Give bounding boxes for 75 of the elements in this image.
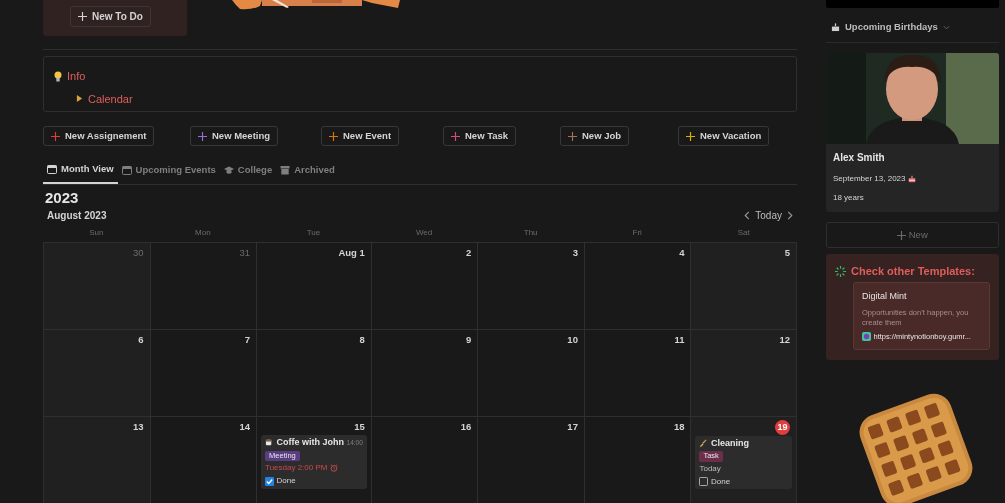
day-number: 13 xyxy=(132,420,144,432)
birthday-date: September 13, 2023 xyxy=(833,173,906,186)
checkbox-label: Done xyxy=(710,477,731,487)
year-heading: 2023 xyxy=(45,188,80,207)
event-title: Coffe with John xyxy=(276,437,345,448)
toggle-link[interactable]: Calendar xyxy=(88,90,133,107)
new-item-button[interactable]: New Assignement xyxy=(43,126,155,147)
weekday-label: Sun xyxy=(88,226,105,239)
alarm-clock-icon xyxy=(329,464,338,473)
day-number: 10 xyxy=(567,333,578,345)
day-number: 30 xyxy=(132,246,144,258)
calendar-icon xyxy=(47,164,57,175)
day-number: 18 xyxy=(673,420,685,432)
tab[interactable]: Month View xyxy=(43,159,118,184)
tab[interactable]: Upcoming Events xyxy=(117,159,220,184)
calendar-icon xyxy=(121,165,132,176)
plus-icon xyxy=(78,12,87,21)
weekday-label: Tue xyxy=(305,226,322,239)
archive-box-icon xyxy=(280,165,291,176)
site-icon xyxy=(862,331,871,341)
new-item-button[interactable]: New Job xyxy=(560,126,630,147)
day-number: 6 xyxy=(138,333,144,345)
new-item-button[interactable]: New Meeting xyxy=(190,126,279,147)
sparkle-icon xyxy=(835,266,846,277)
today-button[interactable]: Today xyxy=(755,207,782,223)
next-icon[interactable] xyxy=(787,210,793,220)
day-number: 17 xyxy=(567,420,578,432)
day-number: 3 xyxy=(572,246,578,258)
day-number: Aug 1 xyxy=(338,246,365,258)
weekday-label: Thu xyxy=(522,226,539,239)
day-number: 12 xyxy=(779,333,790,345)
broom-icon xyxy=(699,438,709,448)
checkbox-label: Done xyxy=(276,476,296,486)
event-date: Tuesday 2:00 PM xyxy=(265,463,328,473)
day-number: 31 xyxy=(239,246,251,258)
event-title: Cleaning xyxy=(710,438,750,449)
checkbox[interactable] xyxy=(699,477,709,487)
plus-icon xyxy=(897,230,907,240)
new-item-button[interactable]: New Vacation xyxy=(678,126,770,147)
triangle-toggle-icon[interactable] xyxy=(76,95,83,103)
tab[interactable]: Archived xyxy=(276,159,339,184)
lightbulb-icon xyxy=(54,70,62,82)
age-label: 18 years xyxy=(833,192,865,205)
template-title: Digital Mint xyxy=(862,289,908,303)
day-number: 2 xyxy=(466,246,472,258)
tab[interactable]: College xyxy=(219,159,277,184)
weekday-label: Sat xyxy=(736,226,751,239)
event-date: Today xyxy=(699,464,721,474)
weekday-label: Wed xyxy=(414,226,434,239)
section-title[interactable]: Upcoming Birthdays xyxy=(845,20,938,35)
day-number: 9 xyxy=(466,333,472,345)
day-number: 4 xyxy=(679,246,685,258)
previous-icon[interactable] xyxy=(744,210,751,220)
new-to-do-button[interactable]: New To Do xyxy=(70,6,151,27)
day-number: 5 xyxy=(784,246,790,258)
callout-title: Check other Templates: xyxy=(851,264,975,280)
day-number: 16 xyxy=(460,420,472,432)
new-item-button[interactable]: New Task xyxy=(443,126,517,147)
day-number: 11 xyxy=(674,333,685,345)
day-number: 15 xyxy=(354,420,365,432)
weekday-label: Fri xyxy=(631,226,643,239)
birthday-card[interactable]: Alex Smith September 13, 2023 18 years xyxy=(826,53,999,213)
month-label: August 2023 xyxy=(47,208,107,223)
person-name: Alex Smith xyxy=(833,151,886,166)
day-number: 14 xyxy=(239,420,251,432)
weekday-label: Mon xyxy=(194,226,212,239)
today-marker: 19 xyxy=(775,419,790,435)
day-number: 8 xyxy=(359,333,365,345)
day-number: 7 xyxy=(244,333,251,345)
cake-icon xyxy=(831,22,840,33)
new-item-button[interactable]: New Event xyxy=(321,126,400,147)
callout-title: Info xyxy=(67,69,86,84)
cake-icon xyxy=(908,175,916,184)
graduation-cap-icon xyxy=(223,165,234,176)
checkbox[interactable] xyxy=(265,476,275,486)
